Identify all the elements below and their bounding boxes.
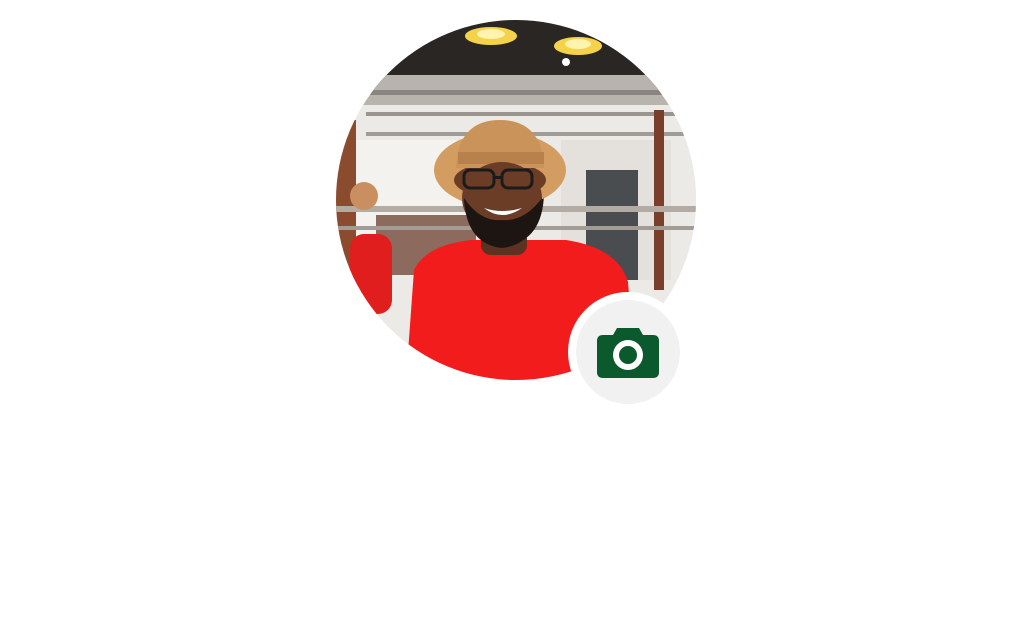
camera-icon <box>597 328 659 378</box>
profile-photo-editor <box>0 0 1032 632</box>
change-photo-button-face <box>576 300 680 404</box>
change-photo-button[interactable] <box>568 292 688 412</box>
